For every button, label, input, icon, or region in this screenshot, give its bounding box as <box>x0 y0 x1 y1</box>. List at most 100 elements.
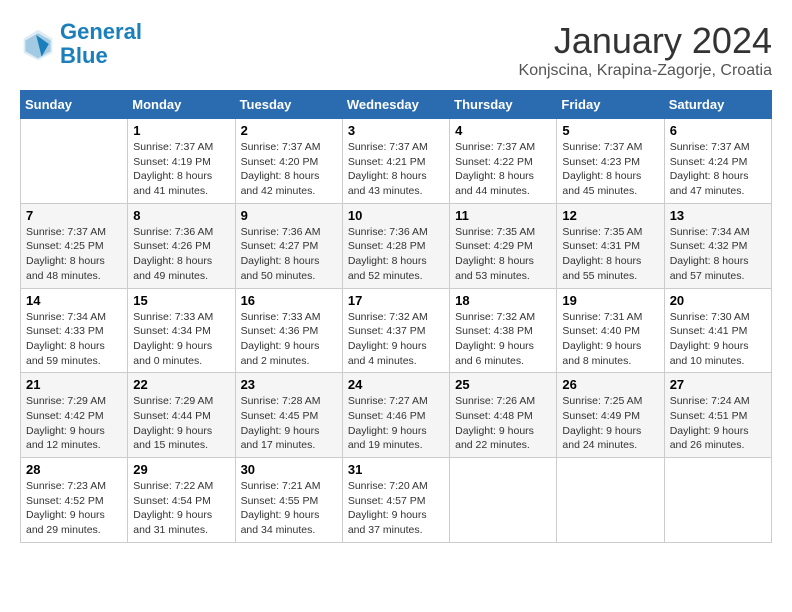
day-info: Sunrise: 7:30 AMSunset: 4:41 PMDaylight:… <box>670 310 766 369</box>
day-number: 30 <box>241 462 337 477</box>
weekday-header-monday: Monday <box>128 91 235 119</box>
calendar-cell: 18 Sunrise: 7:32 AMSunset: 4:38 PMDayligh… <box>450 288 557 373</box>
calendar-cell: 13 Sunrise: 7:34 AMSunset: 4:32 PMDayligh… <box>664 203 771 288</box>
day-info: Sunrise: 7:36 AMSunset: 4:27 PMDaylight:… <box>241 225 337 284</box>
day-number: 17 <box>348 293 444 308</box>
day-info: Sunrise: 7:34 AMSunset: 4:33 PMDaylight:… <box>26 310 122 369</box>
day-info: Sunrise: 7:37 AMSunset: 4:22 PMDaylight:… <box>455 140 551 199</box>
day-number: 18 <box>455 293 551 308</box>
title-block: January 2024 Konjscina, Krapina-Zagorje,… <box>519 20 772 80</box>
calendar-cell: 11Sunrise: 7:35 AMSunset: 4:29 PMDayligh… <box>450 203 557 288</box>
day-number: 6 <box>670 123 766 138</box>
calendar-cell: 22 Sunrise: 7:29 AMSunset: 4:44 PMDayligh… <box>128 373 235 458</box>
day-info: Sunrise: 7:25 AMSunset: 4:49 PMDaylight:… <box>562 394 658 453</box>
calendar-cell: 9 Sunrise: 7:36 AMSunset: 4:27 PMDaylight… <box>235 203 342 288</box>
day-number: 9 <box>241 208 337 223</box>
weekday-header-saturday: Saturday <box>664 91 771 119</box>
calendar-cell <box>557 458 664 543</box>
calendar-cell: 12 Sunrise: 7:35 AMSunset: 4:31 PMDayligh… <box>557 203 664 288</box>
calendar-week-3: 14Sunrise: 7:34 AMSunset: 4:33 PMDayligh… <box>21 288 772 373</box>
day-info: Sunrise: 7:35 AMSunset: 4:29 PMDaylight:… <box>455 225 551 284</box>
day-number: 28 <box>26 462 122 477</box>
day-info: Sunrise: 7:35 AMSunset: 4:31 PMDaylight:… <box>562 225 658 284</box>
calendar-cell: 4 Sunrise: 7:37 AMSunset: 4:22 PMDaylight… <box>450 119 557 204</box>
day-number: 4 <box>455 123 551 138</box>
calendar-cell: 16Sunrise: 7:33 AMSunset: 4:36 PMDayligh… <box>235 288 342 373</box>
day-number: 19 <box>562 293 658 308</box>
calendar-cell: 17 Sunrise: 7:32 AMSunset: 4:37 PMDayligh… <box>342 288 449 373</box>
day-number: 31 <box>348 462 444 477</box>
calendar-body: 1 Sunrise: 7:37 AMSunset: 4:19 PMDaylight… <box>21 119 772 543</box>
day-info: Sunrise: 7:26 AMSunset: 4:48 PMDaylight:… <box>455 394 551 453</box>
day-info: Sunrise: 7:21 AMSunset: 4:55 PMDaylight:… <box>241 479 337 538</box>
calendar-cell: 15 Sunrise: 7:33 AMSunset: 4:34 PMDayligh… <box>128 288 235 373</box>
calendar-cell: 3 Sunrise: 7:37 AMSunset: 4:21 PMDaylight… <box>342 119 449 204</box>
logo-icon <box>20 26 56 62</box>
day-number: 26 <box>562 377 658 392</box>
day-number: 16 <box>241 293 337 308</box>
day-number: 2 <box>241 123 337 138</box>
calendar-cell <box>664 458 771 543</box>
weekday-header-wednesday: Wednesday <box>342 91 449 119</box>
day-info: Sunrise: 7:32 AMSunset: 4:38 PMDaylight:… <box>455 310 551 369</box>
day-number: 12 <box>562 208 658 223</box>
calendar-cell: 28 Sunrise: 7:23 AMSunset: 4:52 PMDayligh… <box>21 458 128 543</box>
day-info: Sunrise: 7:27 AMSunset: 4:46 PMDaylight:… <box>348 394 444 453</box>
calendar-table: SundayMondayTuesdayWednesdayThursdayFrid… <box>20 90 772 543</box>
day-info: Sunrise: 7:29 AMSunset: 4:44 PMDaylight:… <box>133 394 229 453</box>
calendar-cell: 10 Sunrise: 7:36 AMSunset: 4:28 PMDayligh… <box>342 203 449 288</box>
calendar-cell: 1 Sunrise: 7:37 AMSunset: 4:19 PMDaylight… <box>128 119 235 204</box>
calendar-cell <box>21 119 128 204</box>
calendar-cell: 26 Sunrise: 7:25 AMSunset: 4:49 PMDayligh… <box>557 373 664 458</box>
calendar-cell: 6 Sunrise: 7:37 AMSunset: 4:24 PMDaylight… <box>664 119 771 204</box>
day-number: 3 <box>348 123 444 138</box>
day-number: 5 <box>562 123 658 138</box>
calendar-cell: 20 Sunrise: 7:30 AMSunset: 4:41 PMDayligh… <box>664 288 771 373</box>
day-info: Sunrise: 7:20 AMSunset: 4:57 PMDaylight:… <box>348 479 444 538</box>
calendar-cell: 21Sunrise: 7:29 AMSunset: 4:42 PMDayligh… <box>21 373 128 458</box>
day-info: Sunrise: 7:23 AMSunset: 4:52 PMDaylight:… <box>26 479 122 538</box>
day-number: 10 <box>348 208 444 223</box>
calendar-cell: 29Sunrise: 7:22 AMSunset: 4:54 PMDayligh… <box>128 458 235 543</box>
calendar-cell: 24Sunrise: 7:27 AMSunset: 4:46 PMDayligh… <box>342 373 449 458</box>
day-info: Sunrise: 7:37 AMSunset: 4:20 PMDaylight:… <box>241 140 337 199</box>
weekday-header-thursday: Thursday <box>450 91 557 119</box>
calendar-title: January 2024 <box>519 20 772 62</box>
day-info: Sunrise: 7:36 AMSunset: 4:28 PMDaylight:… <box>348 225 444 284</box>
calendar-week-2: 7Sunrise: 7:37 AMSunset: 4:25 PMDaylight… <box>21 203 772 288</box>
calendar-cell: 5 Sunrise: 7:37 AMSunset: 4:23 PMDaylight… <box>557 119 664 204</box>
page-header: General Blue January 2024 Konjscina, Kra… <box>20 20 772 80</box>
day-number: 20 <box>670 293 766 308</box>
day-info: Sunrise: 7:37 AMSunset: 4:19 PMDaylight:… <box>133 140 229 199</box>
day-number: 13 <box>670 208 766 223</box>
calendar-week-5: 28 Sunrise: 7:23 AMSunset: 4:52 PMDayligh… <box>21 458 772 543</box>
calendar-header-row: SundayMondayTuesdayWednesdayThursdayFrid… <box>21 91 772 119</box>
logo: General Blue <box>20 20 142 68</box>
day-info: Sunrise: 7:37 AMSunset: 4:23 PMDaylight:… <box>562 140 658 199</box>
calendar-cell <box>450 458 557 543</box>
day-info: Sunrise: 7:31 AMSunset: 4:40 PMDaylight:… <box>562 310 658 369</box>
day-number: 27 <box>670 377 766 392</box>
calendar-week-1: 1 Sunrise: 7:37 AMSunset: 4:19 PMDaylight… <box>21 119 772 204</box>
day-info: Sunrise: 7:37 AMSunset: 4:24 PMDaylight:… <box>670 140 766 199</box>
day-number: 22 <box>133 377 229 392</box>
day-info: Sunrise: 7:37 AMSunset: 4:25 PMDaylight:… <box>26 225 122 284</box>
calendar-cell: 19 Sunrise: 7:31 AMSunset: 4:40 PMDayligh… <box>557 288 664 373</box>
calendar-cell: 27Sunrise: 7:24 AMSunset: 4:51 PMDayligh… <box>664 373 771 458</box>
calendar-cell: 25Sunrise: 7:26 AMSunset: 4:48 PMDayligh… <box>450 373 557 458</box>
day-info: Sunrise: 7:33 AMSunset: 4:34 PMDaylight:… <box>133 310 229 369</box>
calendar-cell: 2 Sunrise: 7:37 AMSunset: 4:20 PMDaylight… <box>235 119 342 204</box>
day-info: Sunrise: 7:37 AMSunset: 4:21 PMDaylight:… <box>348 140 444 199</box>
day-info: Sunrise: 7:34 AMSunset: 4:32 PMDaylight:… <box>670 225 766 284</box>
day-number: 15 <box>133 293 229 308</box>
day-info: Sunrise: 7:32 AMSunset: 4:37 PMDaylight:… <box>348 310 444 369</box>
day-number: 1 <box>133 123 229 138</box>
weekday-header-tuesday: Tuesday <box>235 91 342 119</box>
day-number: 23 <box>241 377 337 392</box>
day-number: 29 <box>133 462 229 477</box>
weekday-header-sunday: Sunday <box>21 91 128 119</box>
day-number: 8 <box>133 208 229 223</box>
calendar-cell: 23 Sunrise: 7:28 AMSunset: 4:45 PMDayligh… <box>235 373 342 458</box>
day-info: Sunrise: 7:28 AMSunset: 4:45 PMDaylight:… <box>241 394 337 453</box>
calendar-subtitle: Konjscina, Krapina-Zagorje, Croatia <box>519 62 772 80</box>
